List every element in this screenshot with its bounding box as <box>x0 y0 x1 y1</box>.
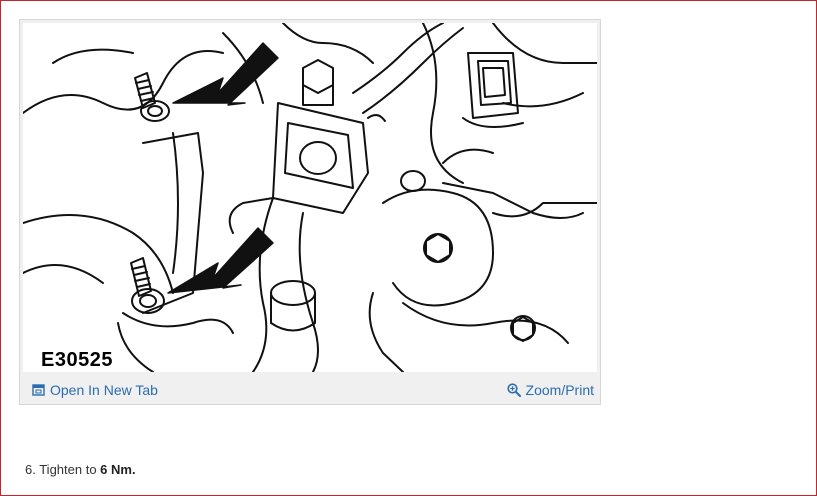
zoom-print-link[interactable]: Zoom/Print <box>506 381 594 399</box>
step-instruction: 6. Tighten to 6 Nm. <box>25 462 136 477</box>
open-in-new-tab-icon <box>32 384 45 396</box>
step-prefix: 6. Tighten to <box>25 462 101 477</box>
open-in-new-tab-label: Open In New Tab <box>50 382 158 398</box>
open-in-new-tab-link[interactable]: Open In New Tab <box>32 381 158 399</box>
figure-label: E30525 <box>41 349 113 371</box>
lower-arrow <box>167 227 274 294</box>
figure-illustration[interactable]: E30525 <box>23 23 597 372</box>
line-drawing <box>23 23 597 372</box>
figure-toolbar: Open In New Tab Zoom/Print <box>20 376 600 404</box>
upper-arrow <box>172 42 279 106</box>
figure-card: E30525 Open In New Tab Zoom/Print <box>19 19 601 405</box>
zoom-print-label: Zoom/Print <box>525 382 594 398</box>
torque-value: 6 Nm. <box>100 462 136 477</box>
magnifier-icon <box>506 383 521 397</box>
